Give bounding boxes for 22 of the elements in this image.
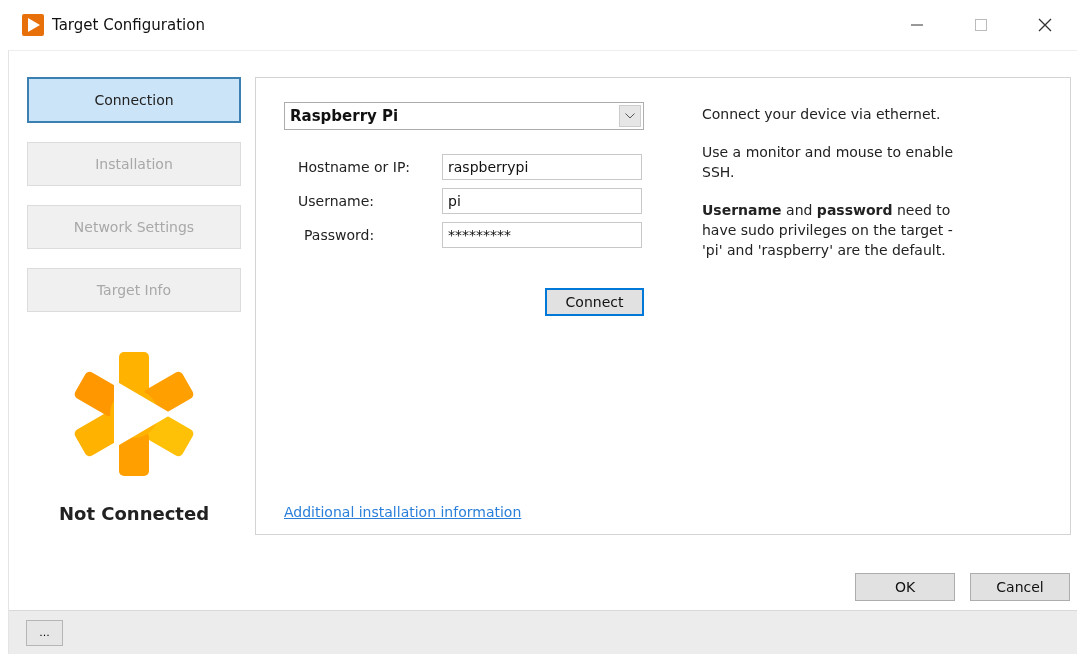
sidebar-tab[interactable]: Connection <box>27 77 241 123</box>
dialog-button[interactable]: OK <box>855 573 955 601</box>
close-icon[interactable] <box>1038 18 1052 32</box>
target-dropdown[interactable]: Raspberry Pi <box>284 102 644 130</box>
field-label: Hostname or IP: <box>298 159 412 175</box>
connect-button[interactable]: Connect <box>545 288 644 316</box>
input-field[interactable]: raspberrypi <box>442 154 642 180</box>
help-text: Use a monitor and mouse to enable SSH. <box>702 143 955 182</box>
help-text: Username and password need to have sudo privileges on the target - 'pi' and 'raspberry' are the default. <box>702 201 954 260</box>
input-field[interactable]: pi <box>442 188 642 214</box>
info-link[interactable]: Additional installation information <box>284 504 644 520</box>
maximize-icon[interactable] <box>975 19 987 31</box>
field-label: Username: <box>298 193 376 209</box>
app-icon <box>22 14 44 36</box>
dialog-button[interactable]: Cancel <box>970 573 1070 601</box>
more-button[interactable]: ... <box>26 619 63 646</box>
help-text: Connect your device via ethernet. <box>702 105 942 124</box>
window-title: Target Configuration <box>52 16 206 34</box>
field-label: Password: <box>303 227 376 243</box>
chevron-down-icon <box>619 105 641 127</box>
input-field[interactable]: ********* <box>442 222 642 248</box>
connection-status: Not Connected <box>58 503 210 524</box>
